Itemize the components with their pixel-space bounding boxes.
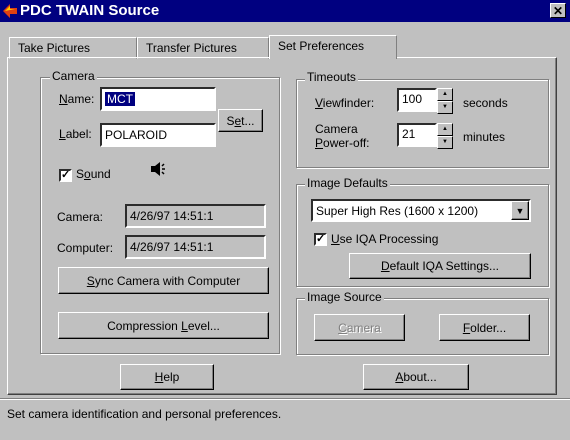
tab-transfer-pictures[interactable]: Transfer Pictures (137, 37, 269, 59)
spin-down-icon[interactable]: ▼ (437, 101, 453, 114)
camera-source-button[interactable]: Camera (314, 314, 405, 341)
chevron-down-icon[interactable]: ▼ (511, 201, 529, 220)
resolution-selected-value: Super High Res (1600 x 1200) (316, 203, 479, 218)
name-value: MCT (105, 92, 135, 106)
default-iqa-settings-button[interactable]: Default IQA Settings... (349, 253, 531, 279)
name-input[interactable]: MCT (100, 87, 216, 111)
poweroff-spinner[interactable]: ▲ ▼ (437, 123, 453, 149)
camera-time-label: Camera: (57, 210, 104, 224)
status-text: Set camera identification and personal p… (7, 407, 282, 421)
spin-up-icon[interactable]: ▲ (437, 88, 453, 101)
iqa-checkbox[interactable]: ✓ (314, 233, 327, 246)
help-button[interactable]: Help (120, 364, 214, 390)
computer-time-field: 4/26/97 14:51:1 (125, 235, 266, 259)
image-defaults-group-label: Image Defaults (305, 176, 390, 190)
about-button[interactable]: About... (363, 364, 469, 390)
camera-time-field: 4/26/97 14:51:1 (125, 204, 266, 228)
name-label: Name: (59, 92, 95, 106)
close-button[interactable]: ✕ (550, 3, 566, 18)
title-bar: PDC TWAIN Source ✕ (0, 0, 570, 22)
image-source-group-label: Image Source (305, 290, 384, 304)
viewfinder-label: Viewfinder: (315, 96, 375, 110)
window-title: PDC TWAIN Source (20, 2, 160, 19)
viewfinder-spinner[interactable]: ▲ ▼ (437, 88, 453, 114)
viewfinder-input[interactable]: 100 (397, 88, 437, 112)
sound-checkbox[interactable]: ✓ (59, 169, 72, 182)
spin-down-icon[interactable]: ▼ (437, 136, 453, 149)
poweroff-unit: minutes (463, 130, 506, 144)
computer-time-label: Computer: (57, 241, 114, 255)
folder-source-button[interactable]: Folder... (439, 314, 530, 341)
sound-label: Sound (76, 167, 111, 181)
compression-level-button[interactable]: Compression Level... (58, 312, 269, 339)
iqa-label: Use IQA Processing (331, 232, 439, 246)
poweroff-label-line2: Power-off: (315, 136, 370, 150)
poweroff-input[interactable]: 21 (397, 123, 437, 147)
speaker-icon (151, 162, 165, 176)
tab-take-pictures[interactable]: Take Pictures (9, 37, 137, 59)
status-bar: Set camera identification and personal p… (0, 398, 570, 440)
set-button[interactable]: Se t... (218, 109, 263, 132)
label-input[interactable]: POLAROID (100, 123, 216, 147)
timeouts-group-label: Timeouts (305, 70, 358, 84)
camera-group-label: Camera (50, 69, 97, 83)
poweroff-label-line1: Camera (315, 122, 358, 136)
tab-set-preferences[interactable]: Set Preferences (269, 35, 397, 59)
label-label: Label: (59, 127, 92, 141)
viewfinder-unit: seconds (463, 96, 508, 110)
app-logo-icon (3, 4, 17, 18)
resolution-select[interactable]: Super High Res (1600 x 1200) (311, 199, 531, 222)
sync-camera-button[interactable]: Sync Camera with Computer (58, 267, 269, 294)
spin-up-icon[interactable]: ▲ (437, 123, 453, 136)
